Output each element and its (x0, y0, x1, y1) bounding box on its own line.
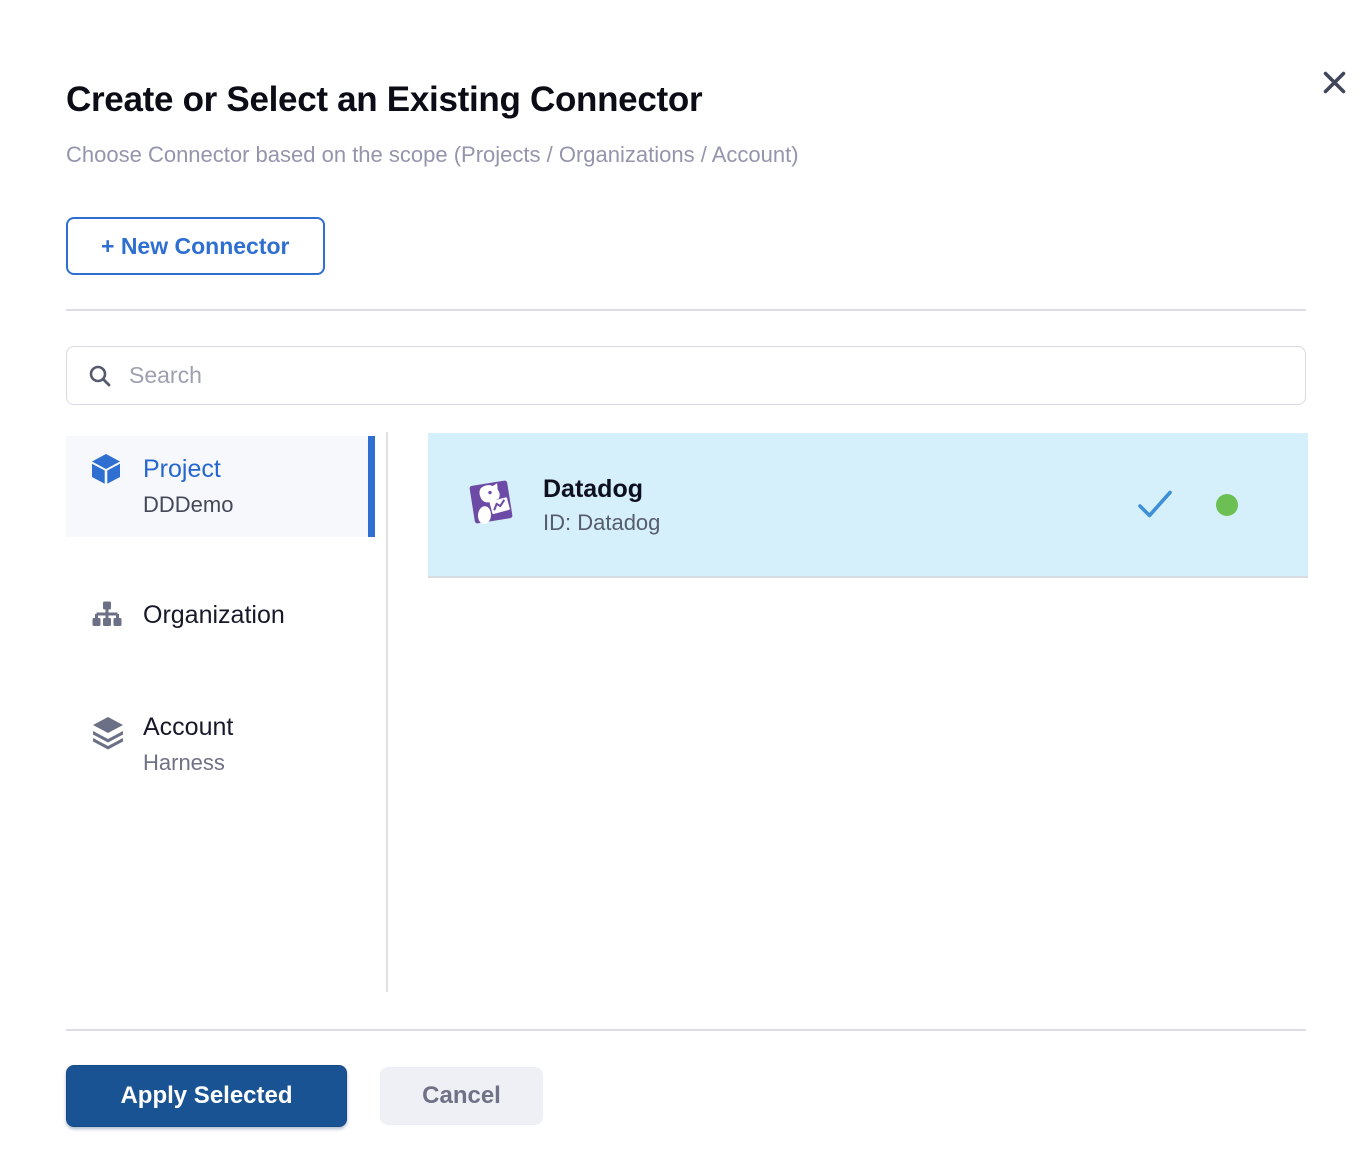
datadog-logo-icon (463, 474, 519, 535)
active-tab-indicator (368, 436, 375, 537)
close-button[interactable] (1314, 62, 1354, 102)
close-icon (1321, 69, 1348, 96)
scope-tab-label: Account (143, 711, 361, 743)
page-title: Create or Select an Existing Connector (66, 80, 702, 120)
connector-name: Datadog (543, 472, 660, 506)
cube-icon (90, 453, 122, 490)
search-icon (87, 363, 113, 389)
scope-tab-sublabel: Harness (143, 749, 361, 777)
new-connector-button[interactable]: + New Connector (66, 217, 325, 275)
scope-tab-organization[interactable]: Organization (66, 585, 375, 670)
scope-tab-account[interactable]: Account Harness (66, 698, 375, 793)
scope-tab-label: Project (143, 453, 361, 485)
connector-select-dialog: Create or Select an Existing Connector C… (0, 0, 1366, 1174)
org-chart-icon (90, 600, 124, 639)
scope-tab-label: Organization (143, 599, 361, 631)
connector-row-datadog[interactable]: Datadog ID: Datadog (428, 433, 1308, 578)
sidebar-divider (386, 432, 388, 992)
search-input[interactable] (129, 362, 1285, 389)
selected-check-icon (1135, 488, 1175, 522)
cancel-button[interactable]: Cancel (380, 1067, 543, 1125)
apply-selected-button[interactable]: Apply Selected (66, 1065, 347, 1127)
status-connected-dot (1216, 494, 1238, 516)
search-box[interactable] (66, 346, 1306, 405)
scope-tab-sublabel: DDDemo (143, 491, 361, 519)
page-subtitle: Choose Connector based on the scope (Pro… (66, 142, 799, 168)
footer-divider (66, 1029, 1306, 1031)
layers-icon (90, 715, 126, 756)
scope-tab-project[interactable]: Project DDDemo (66, 436, 375, 537)
top-divider (66, 309, 1306, 311)
connector-id: ID: Datadog (543, 508, 660, 538)
